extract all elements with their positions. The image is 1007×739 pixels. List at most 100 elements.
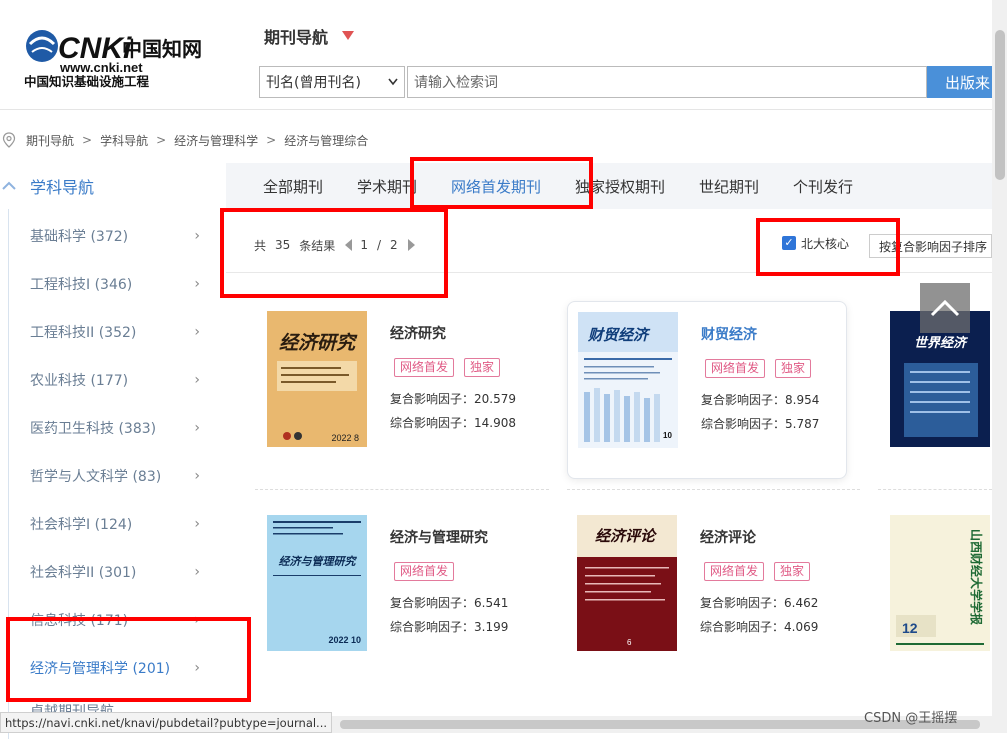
journal-cover[interactable]: 经济研究 2022 8	[267, 311, 367, 447]
tag-online-first: 网络首发	[705, 359, 766, 378]
search-field-value: 刊名(曾用刊名)	[266, 75, 361, 91]
cover-title: 山西财经大学学报	[969, 529, 984, 625]
search-input[interactable]: 请输入检索词	[407, 66, 927, 98]
search-field-select[interactable]: 刊名(曾用刊名)	[259, 66, 405, 98]
chevron-right-icon: ›	[194, 564, 200, 580]
sidebar-item-medicine[interactable]: 医药卫生科技 (383) ›	[30, 416, 200, 440]
chevron-right-icon: ›	[194, 516, 200, 532]
tab-individual[interactable]: 个刊发行	[793, 163, 853, 209]
logo-tagline: 中国知识基础设施工程	[24, 74, 150, 89]
tag-exclusive: 独家	[775, 359, 812, 378]
journal-title[interactable]: 财贸经济	[701, 324, 757, 344]
chevron-right-icon: ›	[194, 372, 200, 388]
annotation-box-sidebar	[6, 617, 251, 702]
annotation-box-tab	[410, 157, 593, 209]
card-separator	[255, 489, 549, 490]
journal-tabs: 全部期刊 学术期刊 网络首发期刊 独家授权期刊 世纪期刊 个刊发行	[226, 163, 992, 209]
sidebar-item-engineering-2[interactable]: 工程科技II (352) ›	[30, 320, 200, 344]
composite-impact-factor: 复合影响因子：6.541	[390, 596, 509, 610]
journal-cover[interactable]: 经济与管理研究 2022 10	[267, 515, 367, 651]
journal-card[interactable]: 经济与管理研究 2022 10 经济与管理研究 网络首发 复合影响因子：6.54…	[257, 505, 537, 683]
breadcrumb-separator: >	[156, 133, 167, 147]
comprehensive-impact-factor: 综合影响因子：5.787	[701, 417, 820, 431]
cover-title: 经济研究	[279, 332, 358, 354]
cover-issue: 6	[627, 638, 632, 647]
sidebar-item-label: 社会科学II (301)	[30, 565, 137, 581]
sidebar-item-basic-science[interactable]: 基础科学 (372) ›	[30, 224, 200, 248]
comprehensive-impact-factor: 综合影响因子：14.908	[390, 416, 516, 430]
journal-tags: 网络首发 独家	[394, 358, 501, 377]
journal-cover[interactable]: 经济评论 6	[577, 515, 677, 651]
location-pin-icon	[2, 132, 16, 148]
tab-century[interactable]: 世纪期刊	[699, 163, 759, 209]
annotation-box-count	[220, 208, 448, 298]
journal-tags: 网络首发 独家	[705, 359, 812, 378]
journal-title[interactable]: 经济评论	[700, 527, 756, 547]
logo-brand-cn: 中国知网	[122, 37, 202, 61]
breadcrumb-separator: >	[82, 133, 93, 147]
composite-impact-factor: 复合影响因子：6.462	[700, 596, 819, 610]
chevron-right-icon: ›	[194, 228, 200, 244]
journal-title[interactable]: 经济研究	[390, 323, 446, 343]
annotation-box-filter	[756, 218, 900, 276]
breadcrumb-subject-nav[interactable]: 学科导航	[100, 132, 148, 149]
sidebar-item-label: 基础科学 (372)	[30, 229, 129, 245]
journal-tags: 网络首发 独家	[704, 562, 811, 581]
breadcrumb-separator: >	[266, 133, 277, 147]
journal-card[interactable]: 山西财经大学学报 12	[880, 505, 992, 683]
logo-url: www.cnki.net	[59, 60, 143, 75]
chevron-right-icon: ›	[194, 276, 200, 292]
journal-title[interactable]: 经济与管理研究	[390, 527, 488, 547]
back-to-top-button[interactable]	[920, 283, 970, 333]
journal-cover[interactable]: 山西财经大学学报 12	[890, 515, 990, 651]
cover-issue: 12	[902, 620, 918, 636]
watermark: CSDN @王摇摆	[864, 711, 958, 726]
sidebar-item-engineering-1[interactable]: 工程科技I (346) ›	[30, 272, 200, 296]
cover-issue: 2022 8	[331, 433, 359, 443]
comprehensive-impact-factor: 综合影响因子：3.199	[390, 620, 509, 634]
cnki-logo-graphic: CNKi 中国知网 www.cnki.net 中国知识基础设施工程	[24, 30, 202, 89]
tag-exclusive: 独家	[774, 562, 811, 581]
search-placeholder: 请输入检索词	[414, 75, 498, 91]
card-separator	[878, 489, 992, 490]
sidebar-item-label: 工程科技I (346)	[30, 277, 133, 293]
sidebar-item-label: 农业科技 (177)	[30, 373, 129, 389]
breadcrumb-journal-nav[interactable]: 期刊导航	[26, 132, 74, 149]
sidebar-item-label: 社会科学I (124)	[30, 517, 133, 533]
cover-title: 经济与管理研究	[279, 555, 358, 568]
journal-card[interactable]: 经济评论 6 经济评论 网络首发 独家 复合影响因子：6.462 综合影响因子：…	[567, 505, 847, 683]
tab-all-journals[interactable]: 全部期刊	[263, 163, 323, 209]
tab-academic[interactable]: 学术期刊	[357, 163, 417, 209]
sidebar-header[interactable]: 学科导航	[0, 163, 224, 209]
journal-nav-title[interactable]: 期刊导航	[264, 24, 328, 48]
journal-tags: 网络首发	[394, 562, 455, 581]
tag-online-first: 网络首发	[704, 562, 765, 581]
sidebar-item-social-science-2[interactable]: 社会科学II (301) ›	[30, 560, 200, 584]
chevron-up-icon	[2, 181, 16, 190]
journal-cover[interactable]: 财贸经济 10	[578, 312, 678, 448]
cnki-logo[interactable]: CNKi 中国知网 www.cnki.net 中国知识基础设施工程	[22, 22, 212, 90]
sidebar-item-humanities[interactable]: 哲学与人文科学 (83) ›	[30, 464, 200, 488]
sidebar-item-label: 工程科技II (352)	[30, 325, 137, 341]
caret-down-icon[interactable]	[342, 31, 354, 40]
breadcrumb-current: 经济与管理综合	[284, 133, 369, 148]
journal-card[interactable]: 经济研究 2022 8 经济研究 网络首发 独家 复合影响因子：20.579 综…	[257, 301, 537, 479]
cover-title: 世界经济	[914, 335, 969, 351]
cover-issue: 10	[663, 431, 672, 440]
chevron-right-icon: ›	[194, 324, 200, 340]
search-button[interactable]: 出版来	[927, 66, 992, 98]
sidebar-item-agriculture[interactable]: 农业科技 (177) ›	[30, 368, 200, 392]
tag-exclusive: 独家	[464, 358, 501, 377]
composite-impact-factor: 复合影响因子：20.579	[390, 392, 516, 406]
cover-issue: 2022 10	[328, 635, 361, 645]
cover-title: 经济评论	[595, 527, 657, 545]
sidebar-item-social-science-1[interactable]: 社会科学I (124) ›	[30, 512, 200, 536]
breadcrumb: 期刊导航 > 学科导航 > 经济与管理科学 > 经济与管理综合	[0, 128, 368, 152]
chevron-right-icon: ›	[194, 420, 200, 436]
journal-card[interactable]: 财贸经济 10 财贸经济 网络首发 独家 复合影响因子：8.954 综合影响因子…	[567, 301, 847, 479]
sidebar-item-label: 哲学与人文科学 (83)	[30, 469, 162, 485]
vertical-scroll-thumb[interactable]	[995, 30, 1005, 180]
breadcrumb-economics[interactable]: 经济与管理科学	[174, 132, 258, 149]
comprehensive-impact-factor: 综合影响因子：4.069	[700, 620, 819, 634]
status-bar-url: https://navi.cnki.net/knavi/pubdetail?pu…	[0, 712, 332, 733]
